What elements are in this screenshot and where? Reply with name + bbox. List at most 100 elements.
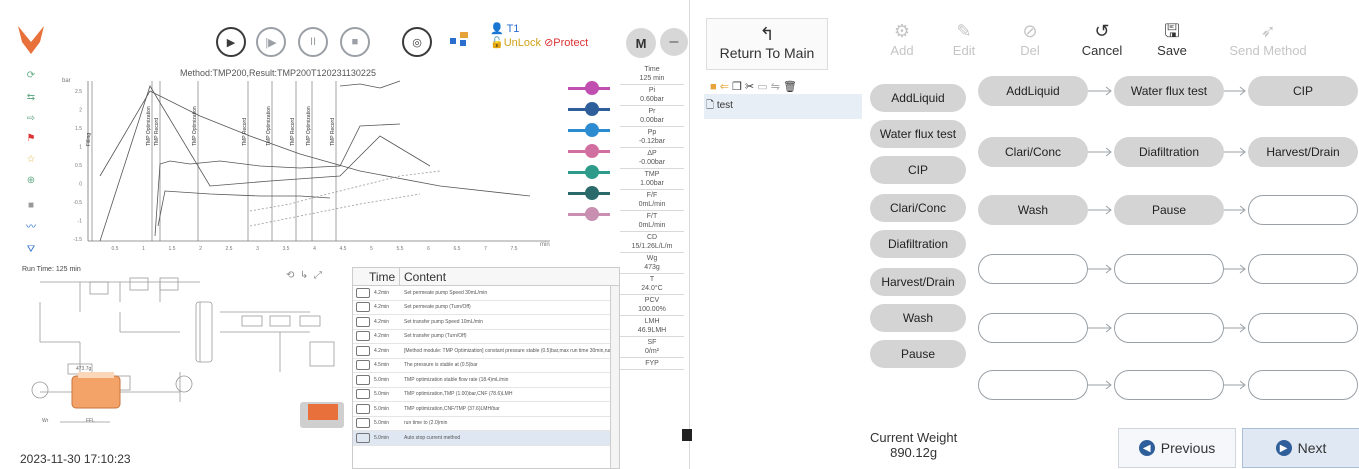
log-row[interactable]: 4.2min [Method module: TMP Optimization] … [353,344,619,359]
legend-series-toggle[interactable] [566,99,612,120]
unlock-button[interactable]: UnLock [504,37,541,49]
snapshot-button[interactable]: ◎ [402,27,432,57]
flow-step-empty[interactable] [1114,313,1224,343]
library-step-button[interactable]: Water flux test [870,120,966,148]
square-icon[interactable]: ■ [24,200,38,212]
edit-button[interactable]: ✎ Edit [932,20,996,60]
folder-back-icon[interactable]: ⇐ [720,81,729,93]
refresh-icon[interactable]: ⟳ [24,70,38,82]
play-button[interactable]: ▶ [216,27,246,57]
metric-item: FYP [620,358,684,370]
filter-icon[interactable]: ⛛ [24,244,38,256]
save-button[interactable]: 🖫 Save [1140,20,1204,60]
tree-item-label: test [716,100,733,111]
pause-button[interactable]: II [298,27,328,57]
flow-step-empty[interactable] [1114,254,1224,284]
protect-button[interactable]: Protect [553,37,588,49]
flag-icon[interactable]: ⚑ [24,133,38,145]
library-step-button[interactable]: AddLiquid [870,84,966,112]
y-tick-label: 1 [79,145,82,151]
expand-icon[interactable] [682,429,692,441]
schematic-tools[interactable]: ⟲ ↳ ⤢ [286,270,322,281]
flow-step[interactable]: AddLiquid [978,76,1088,106]
protect-icon[interactable]: ⊘ [544,37,553,49]
metric-key: Pr [648,108,656,115]
flow-step-empty[interactable] [978,370,1088,400]
flow-step-empty[interactable] [1248,370,1358,400]
chart-yunit: bar [62,78,71,84]
library-step-button[interactable]: Harvest/Drain [870,268,966,296]
zoom-icon[interactable]: ⊕ [24,175,38,187]
log-row[interactable]: 5.0min run time to (2.0)min [353,417,619,431]
log-header-time: Time [369,270,396,284]
arrow-icon[interactable]: ⇨ [24,113,38,125]
add-button[interactable]: ⚙ Add [870,20,934,60]
log-row[interactable]: 5.0min Auto stop current method [353,431,619,446]
network-icon[interactable] [448,28,470,50]
avatar[interactable]: M [626,28,656,58]
flow-step[interactable]: CIP [1248,76,1358,106]
step-button[interactable]: |▶ [256,27,286,57]
log-scrollbar[interactable] [610,286,619,468]
flow-step-empty[interactable] [978,254,1088,284]
flow-step[interactable]: Diafiltration [1114,137,1224,167]
next-button[interactable]: ▶ Next [1242,428,1359,468]
flow-step[interactable]: Pause [1114,195,1224,225]
flow-step[interactable]: Wash [978,195,1088,225]
legend-series-toggle[interactable] [566,183,612,204]
stop-button[interactable]: ■ [340,27,370,57]
legend-series-toggle[interactable] [566,162,612,183]
flow-step[interactable]: Water flux test [1114,76,1224,106]
tree-item-test[interactable]: 🗋 test [704,94,862,119]
flow-step[interactable]: Clari/Conc [978,137,1088,167]
log-row[interactable]: 4.5min The pressure is stable at (0.5)bar [353,359,619,373]
library-step-button[interactable]: Pause [870,340,966,368]
flow-step-empty[interactable] [1114,370,1224,400]
folder-icon[interactable]: ■ [710,81,717,93]
log-row[interactable]: 4.2min Set permeate pump (Turn/Off) [353,301,619,315]
rename-icon[interactable]: ⇋ [771,81,780,93]
minimize-button[interactable]: – [660,28,688,56]
log-content: Set permeate pump (Turn/Off) [404,304,471,311]
flow-step-empty[interactable] [1248,254,1358,284]
log-row[interactable]: 4.2min Set transfer pump Speed 10mL/min [353,315,619,330]
copy-icon[interactable]: ❐ [732,81,742,93]
flow-arrow [1224,86,1246,96]
method-file-tree[interactable]: 🗋 test [704,94,862,469]
app-logo [18,26,44,54]
log-row[interactable]: 5.0min TMP optimization,TMP (1.00)bar,CNF… [353,388,619,402]
send-method-button[interactable]: ➶ Send Method [1218,20,1318,60]
unlock-icon[interactable]: 🔓 [490,37,504,49]
star-icon[interactable]: ☆ [24,154,38,166]
library-step-button[interactable]: Clari/Conc [870,194,966,222]
log-row[interactable]: 5.0min TMP optimization stable flow rate … [353,373,619,388]
library-step-button[interactable]: Wash [870,304,966,332]
cancel-button[interactable]: ↺ Cancel [1070,20,1134,60]
legend-series-toggle[interactable] [566,120,612,141]
cut-icon[interactable]: ✂ [745,81,754,93]
previous-button[interactable]: ◀ Previous [1118,428,1236,468]
legend-series-toggle[interactable] [566,141,612,162]
flow-step-empty[interactable] [1248,313,1358,343]
phase-annotation: TMP Record [242,118,248,146]
log-time: 4.2min [374,347,390,354]
file-toolbar[interactable]: ■ ⇐ ❐ ✂ ▭ ⇋ 🗑 [710,80,797,93]
return-to-main-button[interactable]: ↰ Return To Main [706,18,828,70]
flow-step-empty[interactable] [1248,195,1358,225]
library-step-button[interactable]: Diafiltration [870,230,966,258]
paste-icon[interactable]: ▭ [757,81,767,93]
flow-step-empty[interactable] [978,313,1088,343]
edit-icon: ✎ [956,21,972,41]
trash-icon[interactable]: 🗑 [783,81,797,93]
log-row[interactable]: 5.0min TMP optimization,CNF/TMP (37.6)LMH… [353,402,619,417]
flow-step[interactable]: Harvest/Drain [1248,137,1358,167]
legend-series-toggle[interactable] [566,204,612,225]
arrows-icon[interactable]: ⇆ [24,92,38,104]
log-row[interactable]: 4.2min Set transfer pump (Turn/Off) [353,330,619,344]
event-log[interactable]: Time Content 4.2min Set permeate pump Spe… [352,267,620,469]
library-step-button[interactable]: CIP [870,156,966,184]
trend-icon[interactable]: 〰 [24,222,38,234]
legend-series-toggle[interactable] [566,78,612,99]
del-button[interactable]: ⊘ Del [998,20,1062,60]
log-row[interactable]: 4.2min Set permeate pump Speed 30mL/min [353,286,619,301]
